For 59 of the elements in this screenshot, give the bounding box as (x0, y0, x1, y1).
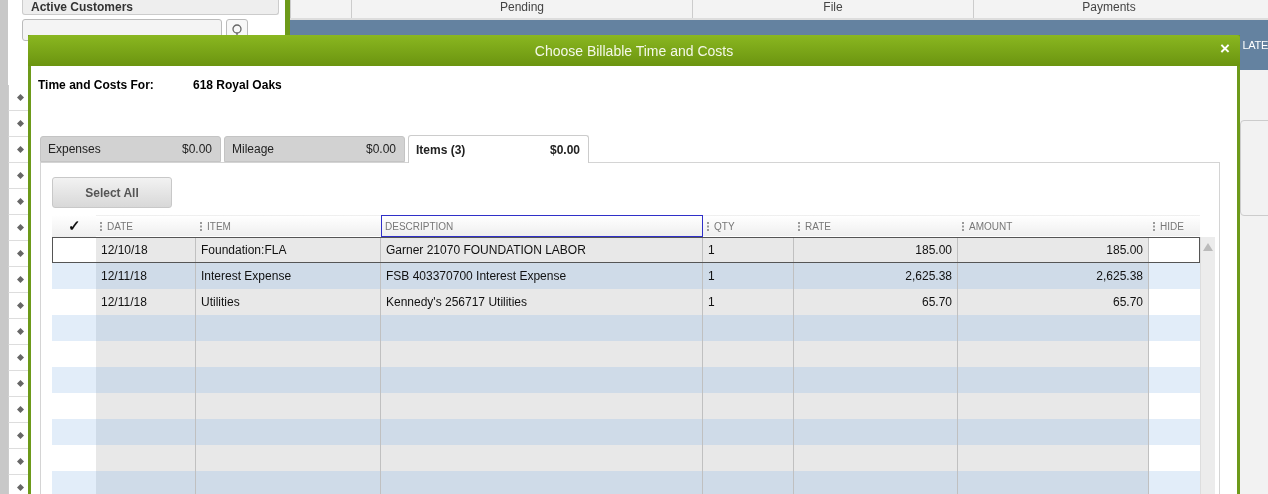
table-cell: 185.00 (794, 237, 958, 263)
banner-text: LATE (1242, 39, 1268, 51)
table-cell: 12/10/18 (96, 237, 196, 263)
column-header[interactable]: DESCRIPTION (381, 215, 703, 237)
diamond-icon (16, 224, 24, 231)
table-row[interactable]: 12/10/18 Foundation:FLA Garner 21070 FOUNDATION LABOR 1 185.00 185.00 (52, 237, 1200, 263)
tab[interactable]: Expenses $0.00 (40, 136, 221, 162)
table-cell: 65.70 (958, 289, 1149, 315)
column-header[interactable]: ITEM (196, 215, 381, 237)
tab[interactable]: Mileage $0.00 (224, 136, 405, 162)
column-header[interactable]: DATE (96, 215, 196, 237)
table-cell: 12/11/18 (96, 289, 196, 315)
table-row[interactable]: 12/11/18 Utilities Kennedy's 256717 Utilities 1 65.70 65.70 (52, 289, 1200, 315)
diamond-icon (16, 198, 24, 205)
table-cell: 12/11/18 (96, 263, 196, 289)
column-header[interactable]: RATE (794, 215, 958, 237)
select-all-button[interactable]: Select All (52, 177, 172, 208)
column-header[interactable]: QTY (703, 215, 794, 237)
column-header: File (692, 0, 973, 18)
table-cell: FSB 403370700 Interest Expense (381, 263, 703, 289)
table-cell: Foundation:FLA (196, 237, 381, 263)
table-cell: 2,625.38 (794, 263, 958, 289)
diamond-icon (16, 302, 24, 309)
table-cell: Utilities (196, 289, 381, 315)
diamond-icon (16, 406, 24, 413)
diamond-icon (16, 458, 24, 465)
diamond-icon (16, 276, 24, 283)
diamond-icon (16, 120, 24, 127)
column-header[interactable]: AMOUNT (958, 215, 1149, 237)
diamond-icon (16, 328, 24, 335)
column-header[interactable]: HIDE (1149, 215, 1200, 237)
scrollbar[interactable] (1200, 237, 1215, 494)
column-header: Pending (351, 0, 692, 18)
field-label: Time and Costs For: (38, 78, 155, 92)
table-cell: 2,625.38 (958, 263, 1149, 289)
close-button[interactable]: × (1218, 40, 1232, 58)
diamond-icon (16, 172, 24, 179)
diamond-icon (16, 380, 24, 387)
diamond-icon (16, 432, 24, 439)
search-icon (231, 24, 243, 36)
diamond-icon (16, 146, 24, 153)
table-cell: 65.70 (794, 289, 958, 315)
diamond-icon (16, 250, 24, 257)
table-cell: Interest Expense (196, 263, 381, 289)
table-cell: 185.00 (958, 237, 1149, 263)
dialog-title: Choose Billable Time and Costs (534, 42, 734, 59)
sidebar-title: Active Customers (22, 0, 279, 15)
diamond-icon (16, 484, 24, 491)
table-cell: 1 (703, 263, 794, 289)
column-header: Payments (973, 0, 1244, 18)
table-cell: Garner 21070 FOUNDATION LABOR (381, 237, 703, 263)
table-cell: Kennedy's 256717 Utilities (381, 289, 703, 315)
tab[interactable]: Items (3) $0.00 (408, 135, 589, 163)
table-cell: 1 (703, 289, 794, 315)
diamond-icon (16, 354, 24, 361)
table-cell: 1 (703, 237, 794, 263)
diamond-icon (16, 94, 24, 101)
customer-name: 618 Royal Oaks (193, 78, 282, 92)
table-row[interactable]: 12/11/18 Interest Expense FSB 403370700 Interest Expense 1 2,625.38 2,625.38 (52, 263, 1200, 289)
